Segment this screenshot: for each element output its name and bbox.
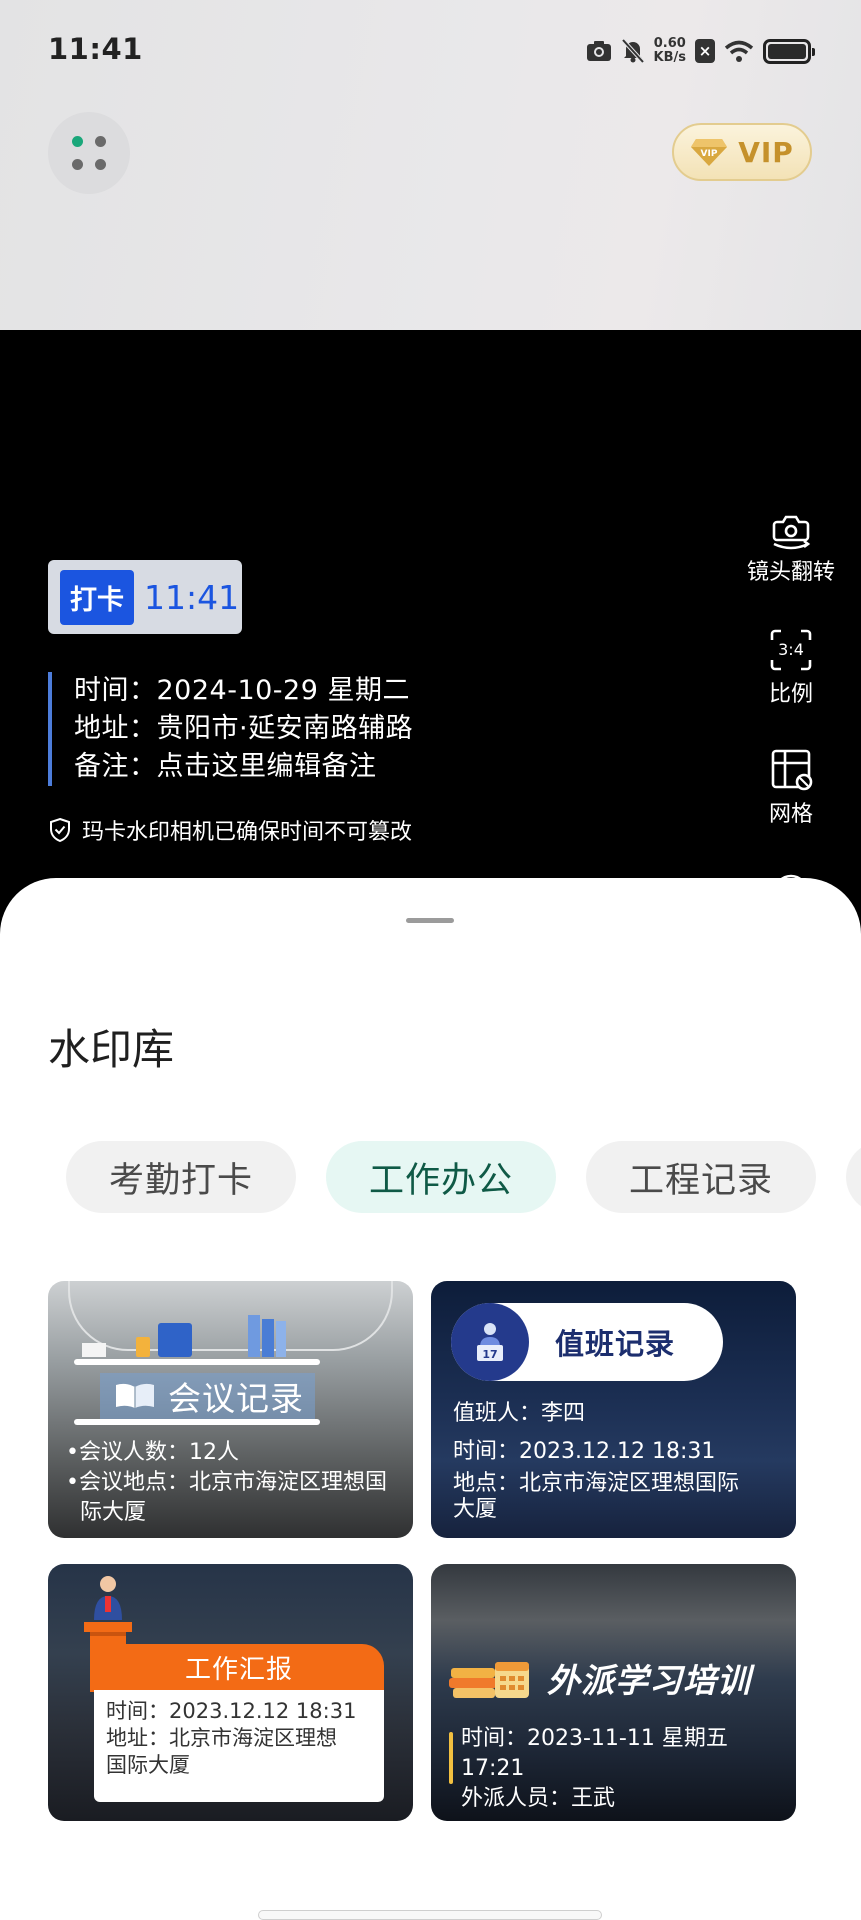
work-report-box: 时间：2023.12.12 18:31 地址：北京市海淀区理想 国际大厦 [94, 1690, 384, 1802]
camera-status-icon [586, 41, 611, 61]
vip-diamond-icon: VIP [691, 139, 728, 166]
status-bar: 11:41 0.60 KB/s × [0, 0, 861, 100]
grid-icon [771, 749, 813, 791]
meeting-title-bar: 会议记录 [100, 1373, 315, 1419]
training-time: 时间：2023-11-11 星期五 17:21 [461, 1726, 728, 1781]
top-header: 11:41 0.60 KB/s × VIP VIP [0, 0, 861, 330]
training-person: 外派人员：王武 [461, 1786, 616, 1811]
tool-flip[interactable]: 镜头翻转 [721, 510, 861, 586]
speed-value: 0.60 [653, 36, 686, 51]
menu-button[interactable] [48, 112, 130, 194]
card-meeting-record[interactable]: 会议记录 •会议人数：12人 •会议地点：北京市海淀区理想国 际大厦 [48, 1281, 413, 1538]
card-outstation-training[interactable]: 外派学习培训 时间：2023-11-11 星期五 17:21 外派人员：王武 [431, 1564, 796, 1821]
report-time: 时间：2023.12.12 18:31 [106, 1699, 357, 1723]
mute-icon [621, 38, 645, 64]
status-time: 11:41 [48, 32, 143, 66]
desk-items-decoration [82, 1315, 286, 1357]
punch-time: 11:41 [144, 577, 240, 617]
verify-note: 玛卡水印相机已确保时间不可篡改 [48, 814, 412, 846]
work-report-title: 工作汇报 [94, 1644, 384, 1690]
tool-grid[interactable]: 网格 [721, 748, 861, 828]
meeting-place-cont: 际大厦 [66, 1500, 146, 1525]
vip-label: VIP [738, 135, 794, 169]
tool-grid-label: 网格 [768, 802, 813, 827]
watermark-info[interactable]: 时间：2024-10-29 星期二 地址：贵阳市·延安南路辅路 备注：点击这里编… [48, 672, 413, 786]
svg-text:VIP: VIP [701, 149, 718, 159]
speed-unit: KB/s [653, 50, 686, 65]
work-report-details: 时间：2023.12.12 18:31 地址：北京市海淀区理想 国际大厦 [106, 1698, 356, 1779]
timeline-accent [449, 1732, 453, 1784]
duty-place: 地点：北京市海淀区理想国际 [453, 1471, 740, 1496]
app-grid-icon [72, 136, 106, 170]
verify-note-text: 玛卡水印相机已确保时间不可篡改 [82, 820, 413, 845]
no-sim-icon: × [695, 39, 715, 63]
training-title: 外派学习培训 [547, 1661, 751, 1700]
camera-preview[interactable]: 打卡 11:41 时间：2024-10-29 星期二 地址：贵阳市·延安南路辅路… [0, 330, 861, 940]
meeting-details: •会议人数：12人 •会议地点：北京市海淀区理想国 际大厦 [66, 1438, 387, 1528]
info-time: 时间：2024-10-29 星期二 [74, 675, 410, 706]
camera-flip-icon [772, 515, 811, 550]
shelf-line-bottom [74, 1419, 320, 1425]
battery-icon [763, 38, 815, 64]
duty-time: 时间：2023.12.12 18:31 [453, 1439, 716, 1464]
open-book-icon [116, 1383, 154, 1408]
shelf-line [74, 1359, 320, 1365]
worker-laptop-icon: 17 [451, 1303, 529, 1381]
tab-office-work[interactable]: 工作办公 [326, 1141, 556, 1213]
ratio-icon: 3:4 [770, 629, 812, 671]
punch-card-watermark[interactable]: 打卡 11:41 [48, 560, 242, 634]
svg-text:17: 17 [482, 1348, 497, 1361]
sheet-title: 水印库 [48, 1025, 175, 1074]
shield-check-icon [50, 817, 70, 843]
ratio-icon-text: 3:4 [778, 640, 804, 659]
network-speed: 0.60 KB/s [654, 37, 686, 65]
category-tabs: 考勤打卡 工作办公 工程记录 [66, 1141, 861, 1213]
watermark-library-sheet: 水印库 考勤打卡 工作办公 工程记录 会议记录 •会议人数：12人 •会议地点：… [0, 878, 861, 1920]
duty-title: 值班记录 [555, 1327, 676, 1361]
report-address-cont: 国际大厦 [106, 1753, 190, 1777]
wifi-icon [724, 40, 754, 62]
info-address: 地址：贵阳市·延安南路辅路 [74, 713, 414, 744]
watermark-cards: 会议记录 •会议人数：12人 •会议地点：北京市海淀区理想国 际大厦 17 值班… [48, 1281, 798, 1821]
meeting-place: •会议地点：北京市海淀区理想国 [66, 1470, 387, 1495]
vip-button[interactable]: VIP VIP [672, 123, 812, 181]
training-details: 时间：2023-11-11 星期五 17:21 外派人员：王武 [461, 1724, 796, 1814]
report-address: 地址：北京市海淀区理想 [106, 1726, 337, 1750]
books-calendar-icon [449, 1662, 529, 1698]
home-indicator[interactable] [258, 1910, 602, 1920]
tab-attendance[interactable]: 考勤打卡 [66, 1141, 296, 1213]
meeting-count: •会议人数：12人 [66, 1440, 239, 1465]
duty-details: 值班人：李四 时间：2023.12.12 18:31 地点：北京市海淀区理想国际… [453, 1399, 739, 1523]
status-icons: 0.60 KB/s × [586, 34, 815, 68]
duty-person: 值班人：李四 [453, 1401, 586, 1426]
tool-ratio-label: 比例 [768, 682, 813, 707]
training-banner: 外派学习培训 [449, 1654, 751, 1702]
duty-title-pill: 17 值班记录 [451, 1303, 723, 1381]
tab-more-partial[interactable] [846, 1141, 861, 1213]
sheet-drag-handle[interactable] [406, 918, 454, 923]
punch-tag: 打卡 [60, 569, 134, 625]
tool-ratio[interactable]: 3:4 比例 [721, 628, 861, 708]
card-work-report[interactable]: 工作汇报 时间：2023.12.12 18:31 地址：北京市海淀区理想 国际大… [48, 1564, 413, 1821]
tool-flip-label: 镜头翻转 [746, 560, 835, 585]
info-note[interactable]: 备注：点击这里编辑备注 [74, 748, 413, 786]
meeting-title: 会议记录 [168, 1379, 304, 1418]
tab-engineering[interactable]: 工程记录 [586, 1141, 816, 1213]
duty-place-cont: 大厦 [453, 1497, 498, 1522]
card-duty-record[interactable]: 17 值班记录 值班人：李四 时间：2023.12.12 18:31 地点：北京… [431, 1281, 796, 1538]
